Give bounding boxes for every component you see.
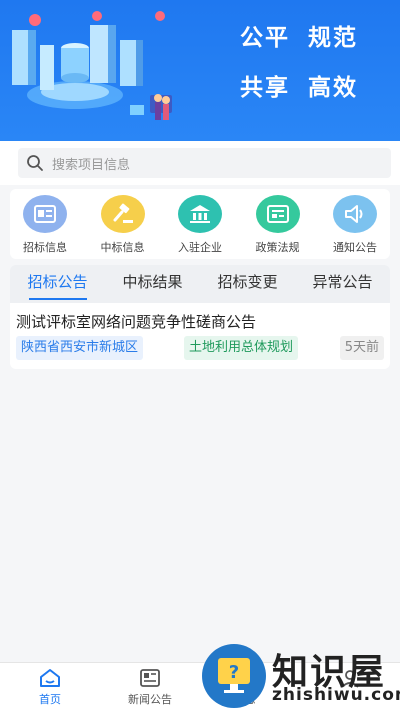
slogan-share: 共享 — [240, 75, 290, 101]
search-input[interactable]: 搜索项目信息 — [18, 148, 391, 178]
menu-label: 招标信息 — [23, 241, 67, 254]
menu-label: 政策法规 — [255, 241, 300, 254]
menu-item-bidding-info[interactable]: 招标信息 — [14, 195, 76, 259]
document-icon — [23, 195, 67, 233]
tab-winning-result[interactable]: 中标结果 — [105, 265, 200, 303]
list-item[interactable]: 测试评标室网络问题竞争性磋商公告 陕西省西安市新城区 土地利用总体规划 5天前 — [10, 303, 390, 369]
nav-label: 首页 — [39, 693, 61, 706]
newspaper-icon — [255, 195, 300, 233]
slogan-standard: 规范 — [308, 25, 358, 51]
building-icon — [178, 195, 222, 233]
banner-slogan-line1: 公平 规范 — [240, 18, 358, 52]
tab-bidding-announcement[interactable]: 招标公告 — [10, 265, 105, 303]
svg-text:?: ? — [229, 662, 239, 683]
slogan-fair: 公平 — [240, 25, 290, 51]
nav-label: 新闻公告 — [128, 693, 172, 706]
quick-menu: 招标信息 中标信息 入驻企业 政策法规 通知公告 — [10, 189, 390, 259]
search-icon — [27, 155, 43, 171]
nav-home[interactable]: 首页 — [0, 663, 100, 711]
nav-news[interactable]: 新闻公告 — [100, 663, 200, 711]
watermark-subtext: zhishiwu.com — [272, 685, 400, 705]
slogan-efficient: 高效 — [308, 75, 358, 101]
list-item-title: 测试评标室网络问题竞争性磋商公告 — [16, 313, 257, 331]
gavel-icon — [100, 195, 145, 233]
menu-label: 入驻企业 — [178, 241, 222, 254]
menu-label: 通知公告 — [333, 241, 377, 254]
menu-item-notices[interactable]: 通知公告 — [324, 195, 386, 259]
tab-abnormal-announcement[interactable]: 异常公告 — [295, 265, 390, 303]
speaker-icon — [333, 195, 377, 233]
tab-bidding-change[interactable]: 招标变更 — [200, 265, 295, 303]
time-badge: 5天前 — [339, 336, 384, 360]
menu-label: 中标信息 — [100, 241, 145, 254]
banner-slogan-line2: 共享 高效 — [240, 68, 358, 102]
hero-banner[interactable]: 公平 规范 共享 高效 — [0, 0, 400, 141]
watermark-logo: ? — [202, 644, 266, 708]
home-icon — [40, 669, 60, 687]
watermark: ? 知识屋 zhishiwu.com — [198, 641, 400, 711]
location-tag: 陕西省西安市新城区 — [16, 336, 144, 360]
news-icon — [140, 669, 160, 687]
search-bar-container: 搜索项目信息 — [0, 141, 400, 185]
category-tag: 土地利用总体规划 — [184, 336, 299, 360]
data-center-illustration — [12, 11, 172, 120]
menu-item-enterprises[interactable]: 入驻企业 — [169, 195, 231, 259]
menu-item-policies[interactable]: 政策法规 — [247, 195, 309, 259]
announcement-tabs: 招标公告 中标结果 招标变更 异常公告 — [10, 265, 390, 303]
menu-item-winning-info[interactable]: 中标信息 — [92, 195, 154, 259]
search-placeholder: 搜索项目信息 — [52, 157, 131, 173]
monitor-question-icon: ? — [218, 658, 250, 693]
